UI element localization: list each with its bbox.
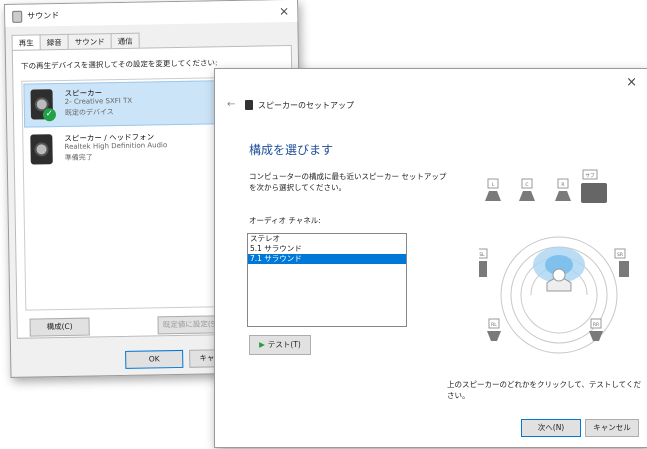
label-sub: サブ bbox=[586, 172, 595, 179]
speaker-app-icon bbox=[12, 10, 23, 23]
speaker-diagram: L C R サブ SL SR RL RR bbox=[479, 169, 629, 354]
device-status: 既定のデバイス bbox=[64, 108, 114, 117]
channel-option-5-1[interactable]: 5.1 サラウンド bbox=[248, 244, 406, 254]
device-status: 準備完了 bbox=[64, 153, 93, 162]
test-button[interactable]: ▶ テスト(T) bbox=[249, 335, 311, 355]
tab-recording[interactable]: 録音 bbox=[39, 33, 69, 51]
cancel-button[interactable]: キャンセル bbox=[585, 419, 639, 437]
label-rr: RR bbox=[593, 322, 599, 328]
dialog-title: スピーカーのセットアップ bbox=[258, 101, 354, 110]
default-check-icon: ✓ bbox=[42, 108, 57, 122]
next-button[interactable]: 次へ(N) bbox=[521, 419, 581, 437]
back-arrow-icon[interactable]: ← bbox=[227, 99, 235, 110]
instruction-text: 下の再生デバイスを選択してその設定を変更してください: bbox=[21, 58, 218, 71]
test-button-label: テスト(T) bbox=[267, 340, 301, 349]
close-icon[interactable]: × bbox=[279, 4, 289, 18]
configure-button[interactable]: 構成(C) bbox=[29, 317, 90, 337]
channel-option-7-1[interactable]: 7.1 サラウンド bbox=[248, 254, 406, 264]
channel-label: オーディオ チャネル: bbox=[249, 216, 321, 225]
label-sl: SL bbox=[479, 252, 485, 258]
description-text: コンピューターの構成に最も近いスピーカー セットアップを次から選択してください。 bbox=[249, 172, 447, 192]
speaker-app-icon bbox=[245, 100, 253, 110]
ok-button[interactable]: OK bbox=[125, 349, 184, 369]
speaker-setup-dialog: × ← スピーカーのセットアップ 構成を選びます コンピューターの構成に最も近い… bbox=[214, 68, 647, 448]
label-c: C bbox=[525, 182, 528, 188]
sound-tabs: 再生 録音 サウンド 通信 bbox=[11, 32, 140, 51]
sound-window-title: サウンド bbox=[27, 11, 60, 21]
play-icon: ▶ bbox=[259, 340, 265, 349]
tab-communications[interactable]: 通信 bbox=[110, 32, 140, 50]
device-subtitle: 2- Creative SXFI TX bbox=[64, 96, 133, 106]
label-rl: RL bbox=[491, 322, 497, 328]
page-heading: 構成を選びます bbox=[249, 143, 334, 157]
close-icon[interactable]: × bbox=[626, 75, 637, 90]
channel-option-stereo[interactable]: ステレオ bbox=[248, 234, 406, 244]
speaker-icon bbox=[30, 134, 53, 165]
label-r: R bbox=[561, 182, 564, 188]
label-sr: SR bbox=[617, 252, 623, 258]
tab-playback[interactable]: 再生 bbox=[11, 34, 41, 51]
channel-listbox[interactable]: ステレオ 5.1 サラウンド 7.1 サラウンド bbox=[247, 233, 407, 327]
footnote-text: 上のスピーカーのどれかをクリックして、テストしてください。 bbox=[447, 380, 641, 400]
device-subtitle: Realtek High Definition Audio bbox=[64, 141, 168, 151]
sound-titlebar: サウンド × bbox=[5, 0, 298, 27]
